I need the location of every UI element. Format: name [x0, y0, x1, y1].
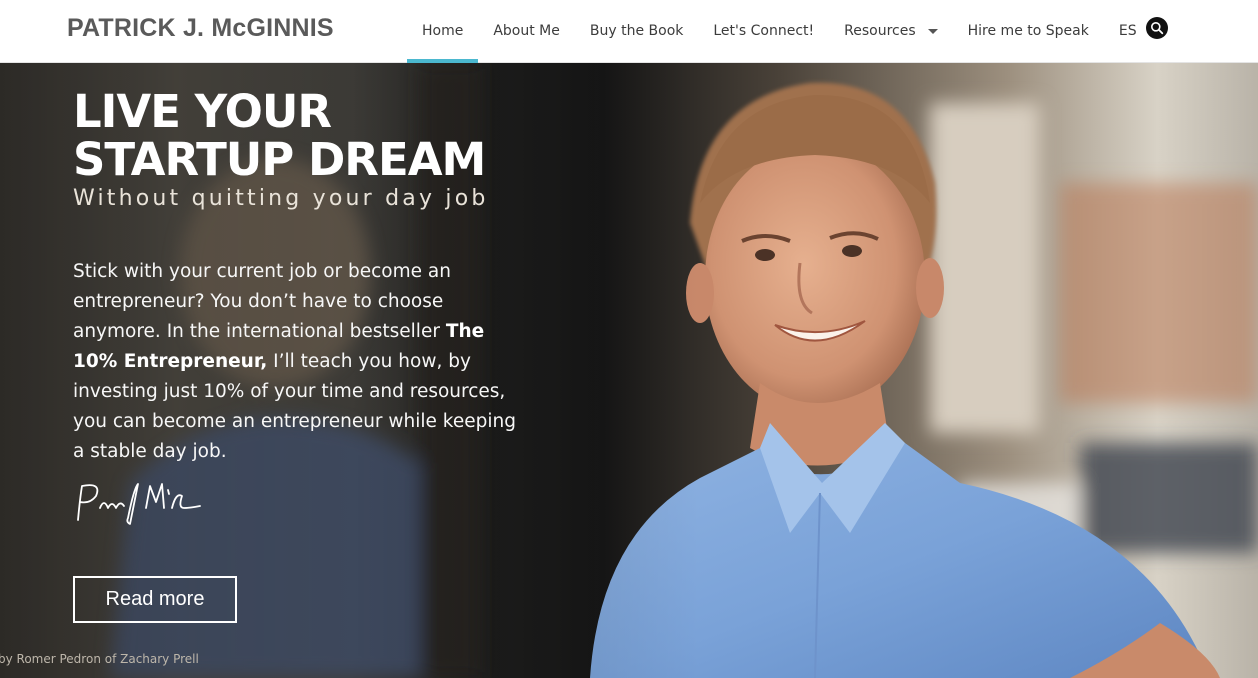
nav-hire-me-to-speak[interactable]: Hire me to Speak: [953, 0, 1104, 62]
nav-lets-connect-label: Let's Connect!: [713, 23, 815, 39]
nav-resources[interactable]: Resources: [829, 0, 953, 62]
hero-headline: LIVE YOUR STARTUP DREAM: [73, 85, 486, 186]
chevron-down-icon: [927, 28, 938, 34]
search-button[interactable]: [1146, 17, 1168, 39]
site-header: PATRICK J. McGINNIS Home About Me Buy th…: [0, 0, 1258, 63]
read-more-button[interactable]: Read more: [73, 576, 237, 623]
intro-part1: Stick with your current job or become an…: [73, 261, 451, 342]
nav-buy-the-book-label: Buy the Book: [589, 23, 684, 39]
nav-resources-label: Resources: [844, 23, 916, 39]
signature-icon: [77, 483, 201, 525]
hero-headline-line2: STARTUP DREAM: [73, 133, 486, 186]
nav-about-me-label: About Me: [493, 23, 560, 39]
hero-subtitle: Without quitting your day job: [73, 186, 489, 211]
site-logo[interactable]: PATRICK J. McGINNIS: [67, 14, 334, 43]
search-icon: [1151, 22, 1164, 35]
nav-home[interactable]: Home: [407, 0, 479, 63]
nav-home-label: Home: [422, 23, 464, 39]
hero-intro-text: Stick with your current job or become an…: [73, 257, 528, 467]
nav-hire-me-label: Hire me to Speak: [967, 23, 1089, 39]
hero-section: LIVE YOUR STARTUP DREAM Without quitting…: [0, 63, 1258, 678]
nav-buy-the-book[interactable]: Buy the Book: [575, 0, 698, 62]
main-nav: Home About Me Buy the Book Let's Connect…: [407, 0, 1152, 63]
hero-headline-line1: LIVE YOUR: [73, 85, 332, 138]
nav-language-label: ES: [1118, 23, 1137, 39]
photo-credit: by Romer Pedron of Zachary Prell: [0, 652, 199, 666]
nav-about-me[interactable]: About Me: [478, 0, 575, 62]
nav-language-es[interactable]: ES: [1104, 0, 1152, 62]
nav-lets-connect[interactable]: Let's Connect!: [698, 0, 829, 62]
